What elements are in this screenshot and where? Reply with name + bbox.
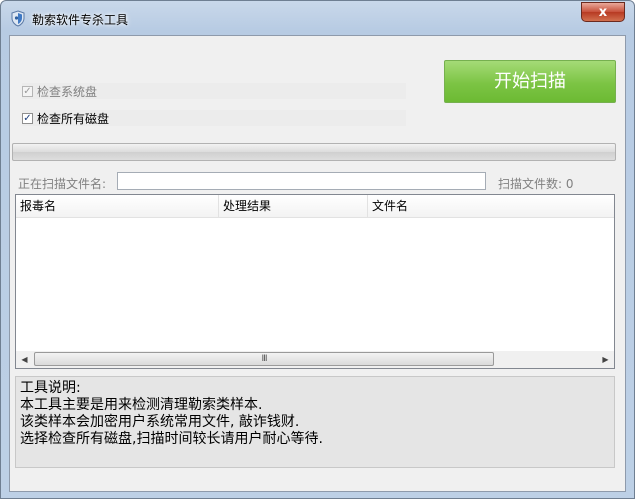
horizontal-scrollbar[interactable]: ◀ III ▶	[16, 351, 614, 368]
close-button[interactable]: x	[581, 2, 625, 22]
scanned-count: 扫描文件数: 0	[498, 175, 574, 192]
window-title: 勒索软件专杀工具	[32, 13, 129, 27]
scanned-count-label: 扫描文件数:	[498, 177, 563, 191]
scan-progress-bar	[12, 143, 616, 161]
option-system-disk: ✓ 检查系统盘	[22, 83, 406, 99]
tool-description: 工具说明: 本工具主要是用来检测清理勒索类样本. 该类样本会加密用户系统常用文件…	[15, 376, 615, 468]
column-header-virus-name[interactable]: 报毒名	[16, 195, 219, 217]
column-header-result[interactable]: 处理结果	[219, 195, 368, 217]
scanned-count-value: 0	[565, 177, 574, 191]
description-line: 选择检查所有磁盘,扫描时间较长请用户耐心等待.	[20, 431, 323, 447]
column-header-file-name[interactable]: 文件名	[368, 195, 614, 217]
description-line: 工具说明:	[20, 380, 81, 396]
description-line: 该类样本会加密用户系统常用文件, 敲诈钱财.	[20, 414, 300, 430]
app-window: 勒索软件专杀工具 x ✓ 检查系统盘 ✓ 检查所有磁盘 开始扫描 正在扫描文件名…	[0, 0, 635, 499]
option-all-disks[interactable]: ✓ 检查所有磁盘	[22, 110, 406, 126]
start-scan-button[interactable]: 开始扫描	[444, 60, 616, 103]
scanning-file-label: 正在扫描文件名:	[18, 177, 107, 191]
checkbox-all-disks[interactable]: ✓	[22, 112, 33, 124]
scrollbar-thumb[interactable]: III	[34, 352, 494, 366]
scanning-file-field	[117, 172, 486, 190]
description-line: 本工具主要是用来检测清理勒索类样本.	[20, 397, 263, 413]
title-bar[interactable]: 勒索软件专杀工具 x	[1, 1, 634, 35]
shield-icon	[11, 10, 25, 27]
client-area: ✓ 检查系统盘 ✓ 检查所有磁盘 开始扫描 正在扫描文件名: 扫描文件数: 0 …	[9, 35, 626, 492]
arrow-left-icon[interactable]: ◀	[16, 351, 33, 368]
table-header: 报毒名 处理结果 文件名	[16, 195, 614, 218]
results-table[interactable]: 报毒名 处理结果 文件名 ◀ III ▶	[15, 194, 615, 369]
checkbox-system-disk: ✓	[22, 85, 33, 97]
close-icon: x	[598, 5, 608, 20]
arrow-right-icon[interactable]: ▶	[597, 351, 614, 368]
option-label: 检查系统盘	[37, 84, 98, 99]
option-label: 检查所有磁盘	[37, 111, 110, 126]
